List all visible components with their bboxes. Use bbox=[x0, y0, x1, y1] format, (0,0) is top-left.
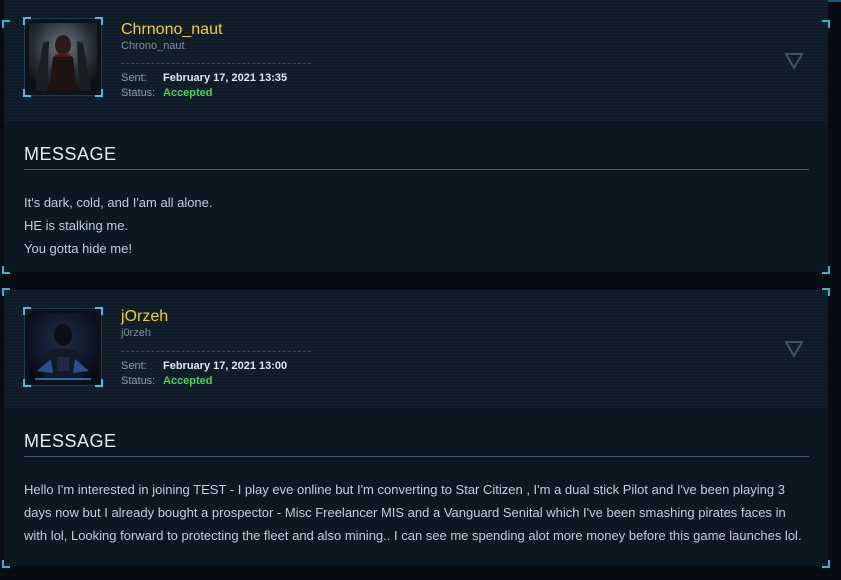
username[interactable]: Chrnono_naut bbox=[121, 21, 222, 39]
username[interactable]: jOrzeh bbox=[121, 308, 168, 326]
avatar[interactable] bbox=[23, 307, 103, 387]
corner-decor bbox=[2, 266, 10, 274]
status-label: Status: bbox=[121, 375, 156, 387]
message-heading: MESSAGE bbox=[24, 144, 809, 170]
corner-decor bbox=[822, 266, 830, 274]
avatar[interactable] bbox=[23, 17, 103, 97]
message-body: MESSAGE It's dark, cold, and I'am all al… bbox=[2, 121, 830, 274]
sent-row: Sent: February 17, 2021 13:00 bbox=[121, 360, 287, 372]
sent-label: Sent: bbox=[121, 72, 147, 84]
status-row: Status: Accepted bbox=[121, 87, 213, 99]
user-handle: Chrono_naut bbox=[121, 40, 185, 52]
avatar-image bbox=[29, 23, 97, 91]
sent-row: Sent: February 17, 2021 13:35 bbox=[121, 72, 287, 84]
message-line: You gotta hide me! bbox=[24, 241, 132, 256]
corner-decor bbox=[2, 288, 10, 296]
message-text: It's dark, cold, and I'am all alone. HE … bbox=[24, 191, 809, 260]
avatar-image bbox=[29, 313, 97, 381]
divider bbox=[121, 63, 311, 64]
message-line: Hello I'm interested in joining TEST - I… bbox=[24, 482, 802, 543]
status-label: Status: bbox=[121, 87, 156, 99]
triangle-down-icon[interactable] bbox=[784, 340, 804, 359]
message-heading: MESSAGE bbox=[24, 431, 809, 457]
card-header: jOrzeh j0rzeh Sent: February 17, 2021 13:… bbox=[2, 288, 830, 408]
application-card: Chrnono_naut Chrono_naut Sent: February 1… bbox=[2, 0, 830, 274]
corner-decor bbox=[2, 560, 10, 568]
status-row: Status: Accepted bbox=[121, 375, 213, 387]
card-header: Chrnono_naut Chrono_naut Sent: February 1… bbox=[2, 0, 830, 121]
sent-label: Sent: bbox=[121, 360, 147, 372]
user-handle: j0rzeh bbox=[121, 327, 151, 339]
triangle-down-icon[interactable] bbox=[784, 52, 804, 71]
corner-decor bbox=[2, 20, 10, 28]
message-text: Hello I'm interested in joining TEST - I… bbox=[24, 478, 809, 547]
application-card: jOrzeh j0rzeh Sent: February 17, 2021 13:… bbox=[2, 288, 830, 568]
message-line: It's dark, cold, and I'am all alone. bbox=[24, 195, 213, 210]
message-body: MESSAGE Hello I'm interested in joining … bbox=[2, 408, 830, 568]
status-badge: Accepted bbox=[163, 87, 213, 99]
status-badge: Accepted bbox=[163, 375, 213, 387]
message-line: HE is stalking me. bbox=[24, 218, 129, 233]
corner-decor bbox=[822, 288, 830, 296]
divider bbox=[121, 351, 311, 352]
sent-date: February 17, 2021 13:35 bbox=[163, 72, 288, 84]
corner-decor bbox=[822, 20, 830, 28]
sent-date: February 17, 2021 13:00 bbox=[163, 360, 288, 372]
corner-decor bbox=[822, 560, 830, 568]
